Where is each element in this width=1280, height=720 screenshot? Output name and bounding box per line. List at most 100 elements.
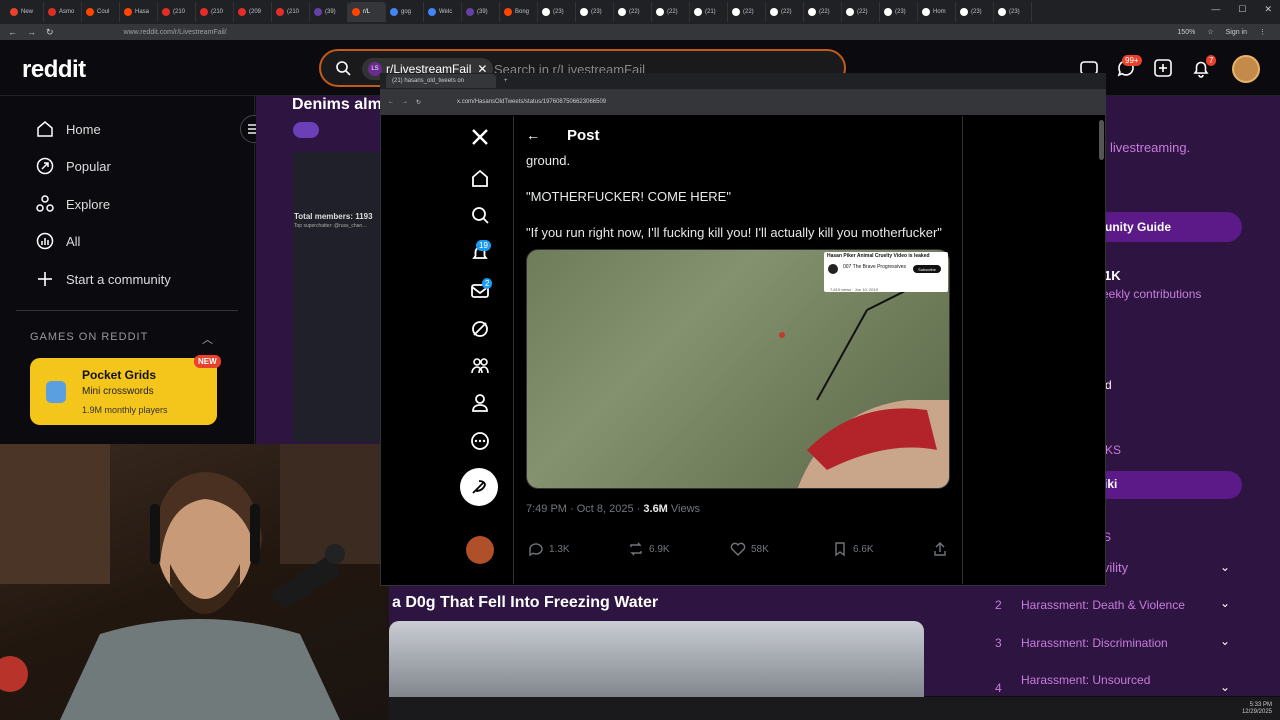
- rule-number: 3: [995, 636, 1002, 650]
- reload-icon[interactable]: ↻: [416, 99, 421, 106]
- communities-icon[interactable]: [470, 356, 490, 376]
- browser-tab[interactable]: (22): [728, 2, 766, 22]
- create-post-icon[interactable]: [1152, 57, 1174, 79]
- chevron-up-icon[interactable]: ︿: [202, 331, 213, 347]
- browser-tab[interactable]: (22): [842, 2, 880, 22]
- browser-tab[interactable]: (23): [956, 2, 994, 22]
- x-logo-icon[interactable]: [470, 127, 490, 147]
- grok-icon[interactable]: [470, 319, 490, 339]
- browser-tab[interactable]: (22): [766, 2, 804, 22]
- new-tab-icon[interactable]: +: [504, 78, 508, 84]
- sidebar-item-explore[interactable]: Explore: [36, 195, 110, 213]
- taskbar-clock[interactable]: 5:33 PM 12/29/2025: [1242, 702, 1272, 716]
- chevron-down-icon[interactable]: ⌄: [1220, 560, 1230, 574]
- repost-button[interactable]: 6.9K: [628, 541, 670, 557]
- browser-tab[interactable]: Hom: [918, 2, 956, 22]
- reply-button[interactable]: 1.3K: [528, 541, 570, 557]
- rule-item[interactable]: 3 Harassment: Discrimination: [995, 636, 1235, 650]
- browser-tab[interactable]: Welc: [424, 2, 462, 22]
- browser-tab[interactable]: (23): [994, 2, 1032, 22]
- games-section-header[interactable]: GAMES ON REDDIT: [30, 331, 148, 343]
- minimize-icon[interactable]: —: [1211, 4, 1220, 15]
- x-scrollbar[interactable]: [1099, 120, 1104, 160]
- browser-tab[interactable]: Asmo: [44, 2, 82, 22]
- reload-icon[interactable]: ↻: [46, 27, 54, 38]
- zoom-indicator[interactable]: 150%: [1177, 29, 1195, 36]
- chevron-down-icon[interactable]: ⌄: [1220, 596, 1230, 610]
- sidebar-item-label: Home: [66, 121, 101, 137]
- post-title[interactable]: a D0g That Fell Into Freezing Water: [392, 594, 658, 612]
- tweet-timestamp[interactable]: 7:49 PM · Oct 8, 2025 ·: [526, 503, 643, 515]
- sidebar-item-start-community[interactable]: Start a community: [36, 270, 171, 288]
- browser-tab[interactable]: (39): [310, 2, 348, 22]
- browser-tab[interactable]: gog: [386, 2, 424, 22]
- browser-tab[interactable]: Coul: [82, 2, 120, 22]
- browser-tab[interactable]: (21): [690, 2, 728, 22]
- back-icon[interactable]: ←: [8, 27, 17, 38]
- profile-icon[interactable]: [470, 393, 490, 413]
- browser-tab[interactable]: (39): [462, 2, 500, 22]
- reddit-logo[interactable]: reddit: [22, 56, 86, 84]
- rule-item[interactable]: 4 Harassment: Unsourced: [995, 673, 1235, 695]
- browser-tab[interactable]: r/L: [348, 2, 386, 22]
- compose-post-button[interactable]: [460, 468, 498, 506]
- more-options-icon[interactable]: [470, 431, 490, 451]
- browser-tab[interactable]: Bong: [500, 2, 538, 22]
- back-arrow-icon[interactable]: ←: [526, 127, 540, 143]
- url-field[interactable]: www.reddit.com/r/LivestreamFail/: [124, 29, 227, 36]
- home-icon[interactable]: [470, 168, 490, 188]
- close-icon[interactable]: ✕: [1264, 4, 1272, 15]
- thumbnail-members-text: Total members: 1193: [294, 212, 373, 221]
- forward-icon[interactable]: →: [27, 27, 36, 38]
- x-user-avatar[interactable]: [466, 536, 494, 564]
- browser-tab[interactable]: (22): [652, 2, 690, 22]
- bookmark-button[interactable]: 6.6K: [832, 541, 874, 557]
- bookmark-star-icon[interactable]: ☆: [1207, 28, 1213, 36]
- browser-tab[interactable]: (22): [804, 2, 842, 22]
- tab-favicon-icon: [162, 8, 170, 16]
- sidebar-item-popular[interactable]: Popular: [36, 157, 111, 175]
- x-url-field[interactable]: x.com/HasansOldTweets/status/19760875066…: [457, 99, 606, 105]
- tab-label: (22): [629, 9, 640, 15]
- maximize-icon[interactable]: ☐: [1238, 4, 1246, 15]
- tab-label: (23): [553, 9, 564, 15]
- back-icon[interactable]: ←: [388, 99, 394, 105]
- rule-item[interactable]: 2 Harassment: Death & Violence: [995, 598, 1235, 612]
- post-image[interactable]: [389, 621, 924, 701]
- menu-dots-icon[interactable]: ⋮: [1259, 28, 1266, 36]
- browser-tab[interactable]: (23): [880, 2, 918, 22]
- browser-tab[interactable]: New: [6, 2, 44, 22]
- sidebar-item-home[interactable]: Home: [36, 120, 101, 138]
- browser-tab[interactable]: (209: [234, 2, 272, 22]
- share-button[interactable]: [932, 541, 953, 557]
- thumbnail-superchat-text: Top superchatter: @russ_chan...: [294, 223, 367, 229]
- sidebar-item-label: Start a community: [66, 271, 171, 287]
- browser-tab[interactable]: (23): [576, 2, 614, 22]
- sidebar-item-all[interactable]: All: [36, 232, 80, 250]
- game-subtitle: Mini crosswords: [82, 386, 154, 397]
- browser-tab[interactable]: (23): [538, 2, 576, 22]
- forward-icon[interactable]: →: [402, 99, 408, 105]
- x-window-tab[interactable]: (21) hasans_old_tweets on: [386, 74, 496, 88]
- sign-in-button[interactable]: Sign in: [1226, 29, 1247, 36]
- browser-tab[interactable]: (210: [272, 2, 310, 22]
- tab-label: (22): [667, 9, 678, 15]
- like-button[interactable]: 58K: [730, 541, 769, 557]
- weekly-contributions-label: eekly contributions: [1102, 287, 1202, 301]
- chevron-down-icon[interactable]: ⌄: [1220, 680, 1230, 694]
- browser-tab[interactable]: (210: [196, 2, 234, 22]
- tab-label: gog: [401, 9, 412, 15]
- post-title[interactable]: Denims alm: [292, 96, 382, 114]
- post-thumbnail[interactable]: [293, 152, 380, 442]
- browser-tab[interactable]: (22): [614, 2, 652, 22]
- user-avatar[interactable]: [1232, 55, 1260, 83]
- tab-label: New: [21, 9, 34, 15]
- tab-label: Asmo: [59, 9, 75, 15]
- channel-avatar: [828, 264, 838, 274]
- chevron-down-icon[interactable]: ⌄: [1220, 634, 1230, 648]
- repost-count: 6.9K: [649, 543, 670, 555]
- search-icon[interactable]: [470, 205, 490, 225]
- browser-tab[interactable]: Hasa: [120, 2, 158, 22]
- browser-tab[interactable]: (210: [158, 2, 196, 22]
- sidebar-item-label: Popular: [66, 158, 111, 174]
